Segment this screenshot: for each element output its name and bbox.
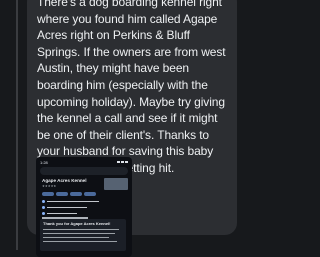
share-button bbox=[84, 192, 96, 196]
phone-icon bbox=[42, 212, 45, 215]
thread-line bbox=[16, 0, 18, 250]
call-button bbox=[56, 192, 68, 196]
comment-text: There's a dog boarding kennel right wher… bbox=[37, 0, 226, 175]
review-box: Thank you for Agape Acres Kennel! bbox=[40, 219, 126, 251]
directions-button bbox=[42, 192, 54, 196]
review-line bbox=[43, 237, 109, 239]
search-bar bbox=[40, 167, 128, 175]
save-button bbox=[70, 192, 82, 196]
action-buttons bbox=[42, 192, 96, 196]
place-photo bbox=[104, 178, 128, 190]
place-name: Agape Acres Kennel bbox=[42, 178, 87, 183]
attached-screenshot[interactable]: 1:28 Agape Acres Kennel ★★★★★ Thank you … bbox=[36, 157, 132, 257]
status-time: 1:28 bbox=[40, 159, 48, 165]
clock-icon bbox=[42, 206, 45, 209]
info-row-address bbox=[42, 199, 126, 204]
info-row-phone bbox=[42, 211, 126, 216]
review-line bbox=[43, 241, 117, 243]
info-row-hours bbox=[42, 205, 126, 210]
review-line bbox=[43, 233, 115, 235]
place-rating: ★★★★★ bbox=[42, 184, 57, 188]
signal-icon bbox=[117, 161, 128, 163]
location-icon bbox=[42, 200, 45, 203]
review-title: Thank you for Agape Acres Kennel! bbox=[43, 221, 111, 226]
status-bar: 1:28 bbox=[40, 159, 128, 165]
review-line bbox=[43, 229, 119, 231]
